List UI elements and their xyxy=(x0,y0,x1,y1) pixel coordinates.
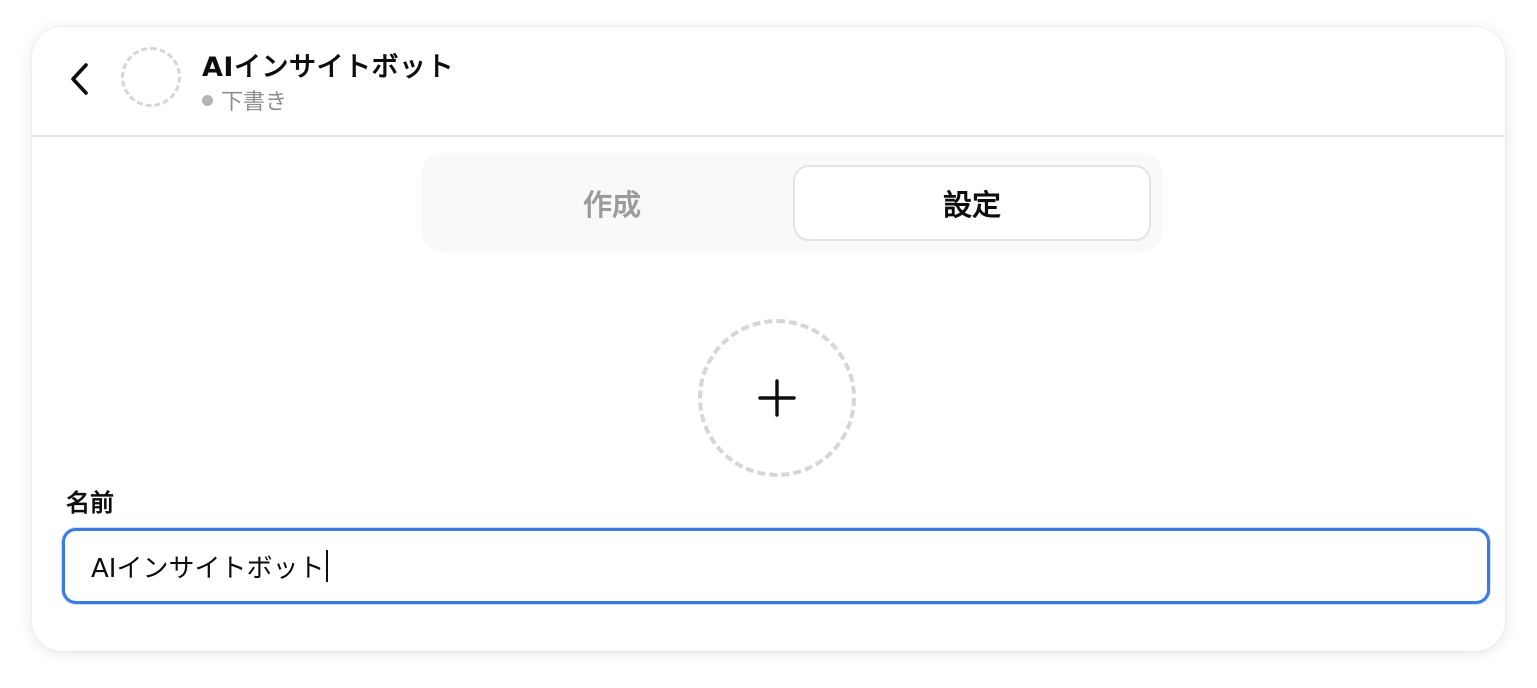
avatar-upload-button[interactable] xyxy=(698,319,856,477)
back-button[interactable] xyxy=(58,55,102,103)
gpt-editor-card: AIインサイトボット 下書き 作成 設定 名前 AIインサイトボット xyxy=(32,27,1505,651)
tab-create[interactable]: 作成 xyxy=(433,165,791,241)
name-field-label: 名前 xyxy=(66,489,114,517)
editor-header: AIインサイトボット 下書き xyxy=(32,27,1505,137)
mode-switcher: 作成 設定 xyxy=(421,153,1163,253)
status-label: 下書き xyxy=(221,90,288,115)
status-dot-icon xyxy=(202,94,213,106)
tab-configure[interactable]: 設定 xyxy=(793,165,1151,241)
bot-title: AIインサイトボット xyxy=(202,52,454,83)
plus-icon xyxy=(758,379,796,417)
bot-avatar-placeholder[interactable] xyxy=(121,47,181,107)
status-indicator: 下書き xyxy=(202,85,287,115)
name-input[interactable] xyxy=(62,528,1490,604)
chevron-left-icon xyxy=(71,63,88,95)
